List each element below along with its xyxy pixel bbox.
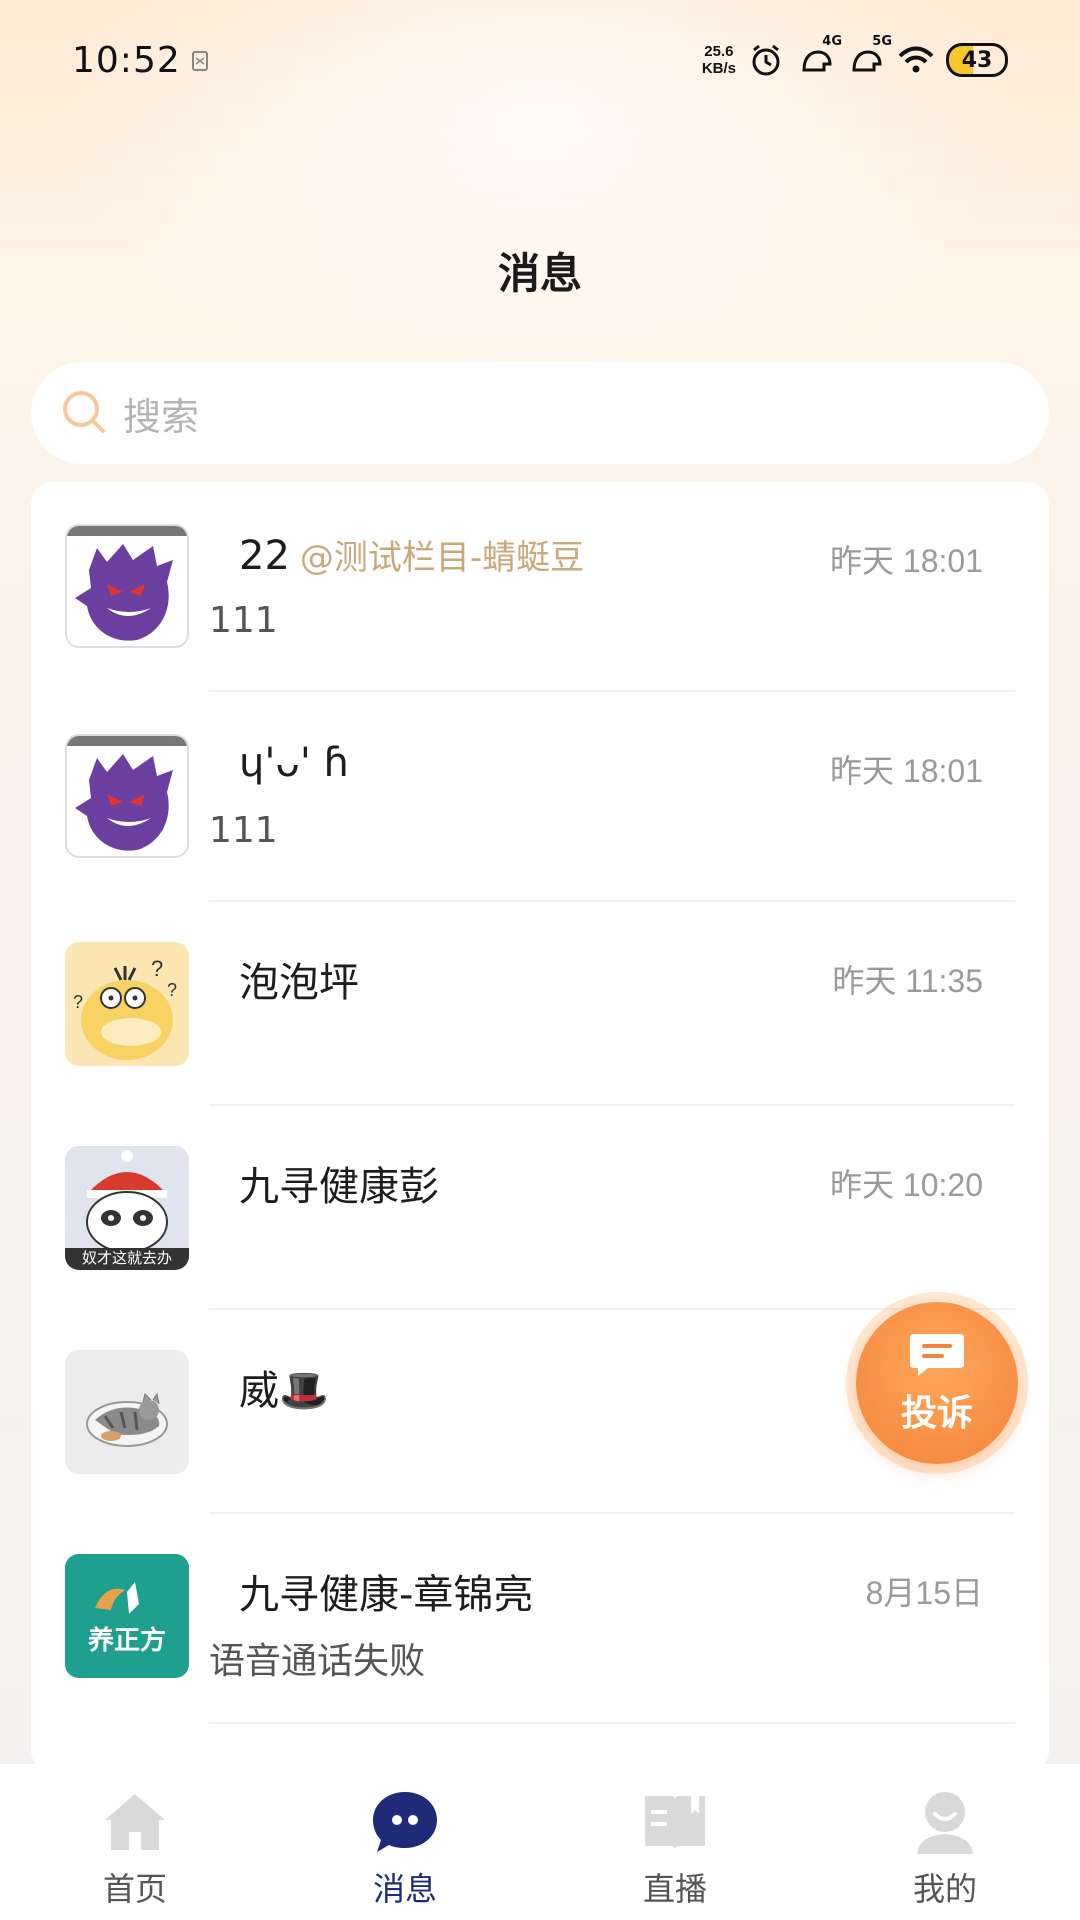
battery-indicator: 43 [946, 43, 1008, 77]
page-title: 消息 [497, 249, 582, 298]
gengar-avatar [65, 524, 189, 648]
conversation-list: 22 @测试栏目-蜻蜓豆 昨天 18:01 111 ɥ'ᴗ' ɦ 昨天 18:01… [31, 482, 1049, 1772]
chat-bubble-icon [373, 1792, 437, 1852]
conversation-preview: 111 [209, 600, 278, 641]
conversation-item[interactable]: 养正方 九寻健康-章锦亮 8月15日 语音通话失败 [31, 1514, 1049, 1724]
signal-5g-label: 5G [872, 34, 892, 49]
svg-text:?: ? [73, 992, 83, 1012]
conversation-preview: 语音通话失败 [209, 1641, 426, 1682]
psyduck-avatar: ? ? ? [65, 942, 189, 1066]
conversation-time: 昨天 10:20 [830, 1167, 983, 1203]
gengar-avatar [65, 734, 189, 858]
status-time: 10:52 [72, 40, 181, 81]
conversation-name: 九寻健康-章锦亮 [239, 1572, 534, 1618]
svg-text:?: ? [151, 956, 163, 981]
conversation-name: 威🎩 [239, 1368, 329, 1414]
status-bar: 10:52 25.6 KB/s 4G 5G 43 [0, 0, 1080, 120]
conversation-time: 昨天 18:01 [830, 753, 983, 789]
network-speed: 25.6 KB/s [702, 43, 736, 77]
cat-avatar [65, 1350, 189, 1474]
search-icon [63, 391, 105, 433]
conversation-time: 昨天 11:35 [832, 963, 983, 999]
status-icons: 25.6 KB/s 4G 5G 43 [702, 34, 1008, 84]
signal-4g-label: 4G [822, 34, 842, 49]
complaint-button[interactable]: 投诉 [856, 1302, 1018, 1464]
conversation-item[interactable]: ɥ'ᴗ' ɦ 昨天 18:01 111 [31, 692, 1049, 902]
book-icon [645, 1796, 705, 1850]
tab-live[interactable]: 直播 [540, 1764, 810, 1920]
tab-messages[interactable]: 消息 [270, 1764, 540, 1920]
tab-profile-label: 我的 [912, 1870, 977, 1908]
network-speed-value: 25.6 [704, 43, 734, 60]
svg-text:?: ? [167, 980, 177, 1000]
tab-home-label: 首页 [102, 1870, 167, 1908]
conversation-item[interactable]: 奴才这就去办 九寻健康彭 昨天 10:20 [31, 1106, 1049, 1310]
search-input[interactable]: 搜索 [123, 386, 199, 441]
signal-4g-icon: 4G [796, 34, 842, 80]
conversation-time: 昨天 18:01 [830, 543, 983, 579]
bottom-nav: 首页 消息 直播 我的 [0, 1764, 1080, 1920]
alarm-icon [752, 44, 780, 76]
conversation-name: 九寻健康彭 [239, 1164, 439, 1210]
notification-icon [192, 51, 208, 71]
complaint-label: 投诉 [900, 1393, 973, 1434]
conversation-tag: @测试栏目-蜻蜓豆 [299, 538, 585, 578]
wifi-icon [898, 46, 934, 73]
conversation-item[interactable]: 22 @测试栏目-蜻蜓豆 昨天 18:01 111 [31, 482, 1049, 692]
tab-profile[interactable]: 我的 [810, 1764, 1080, 1920]
brand-logo-avatar: 养正方 [65, 1554, 189, 1678]
search-bar[interactable]: 搜索 [31, 362, 1049, 464]
home-icon [105, 1794, 165, 1850]
conversation-name: ɥ'ᴗ' ɦ [239, 740, 349, 786]
signal-5g-icon: 5G [846, 34, 892, 80]
panda-meme-avatar: 奴才这就去办 [65, 1146, 189, 1270]
conversation-item[interactable]: ? ? ? 泡泡坪 昨天 11:35 [31, 902, 1049, 1106]
tab-home[interactable]: 首页 [0, 1764, 270, 1920]
profile-icon [917, 1792, 973, 1854]
network-speed-unit: KB/s [701, 60, 736, 77]
conversation-name-text: 22 [239, 533, 290, 579]
conversation-name: 22 @测试栏目-蜻蜓豆 [239, 530, 584, 579]
message-icon [910, 1334, 964, 1376]
conversation-preview: 111 [209, 810, 278, 851]
conversation-time: 8月15日 [865, 1575, 983, 1611]
avatar-caption: 养正方 [87, 1626, 166, 1656]
conversation-name: 泡泡坪 [239, 960, 359, 1006]
tab-live-label: 直播 [642, 1870, 707, 1908]
tab-messages-label: 消息 [372, 1870, 437, 1908]
avatar-caption: 奴才这就去办 [81, 1249, 172, 1267]
